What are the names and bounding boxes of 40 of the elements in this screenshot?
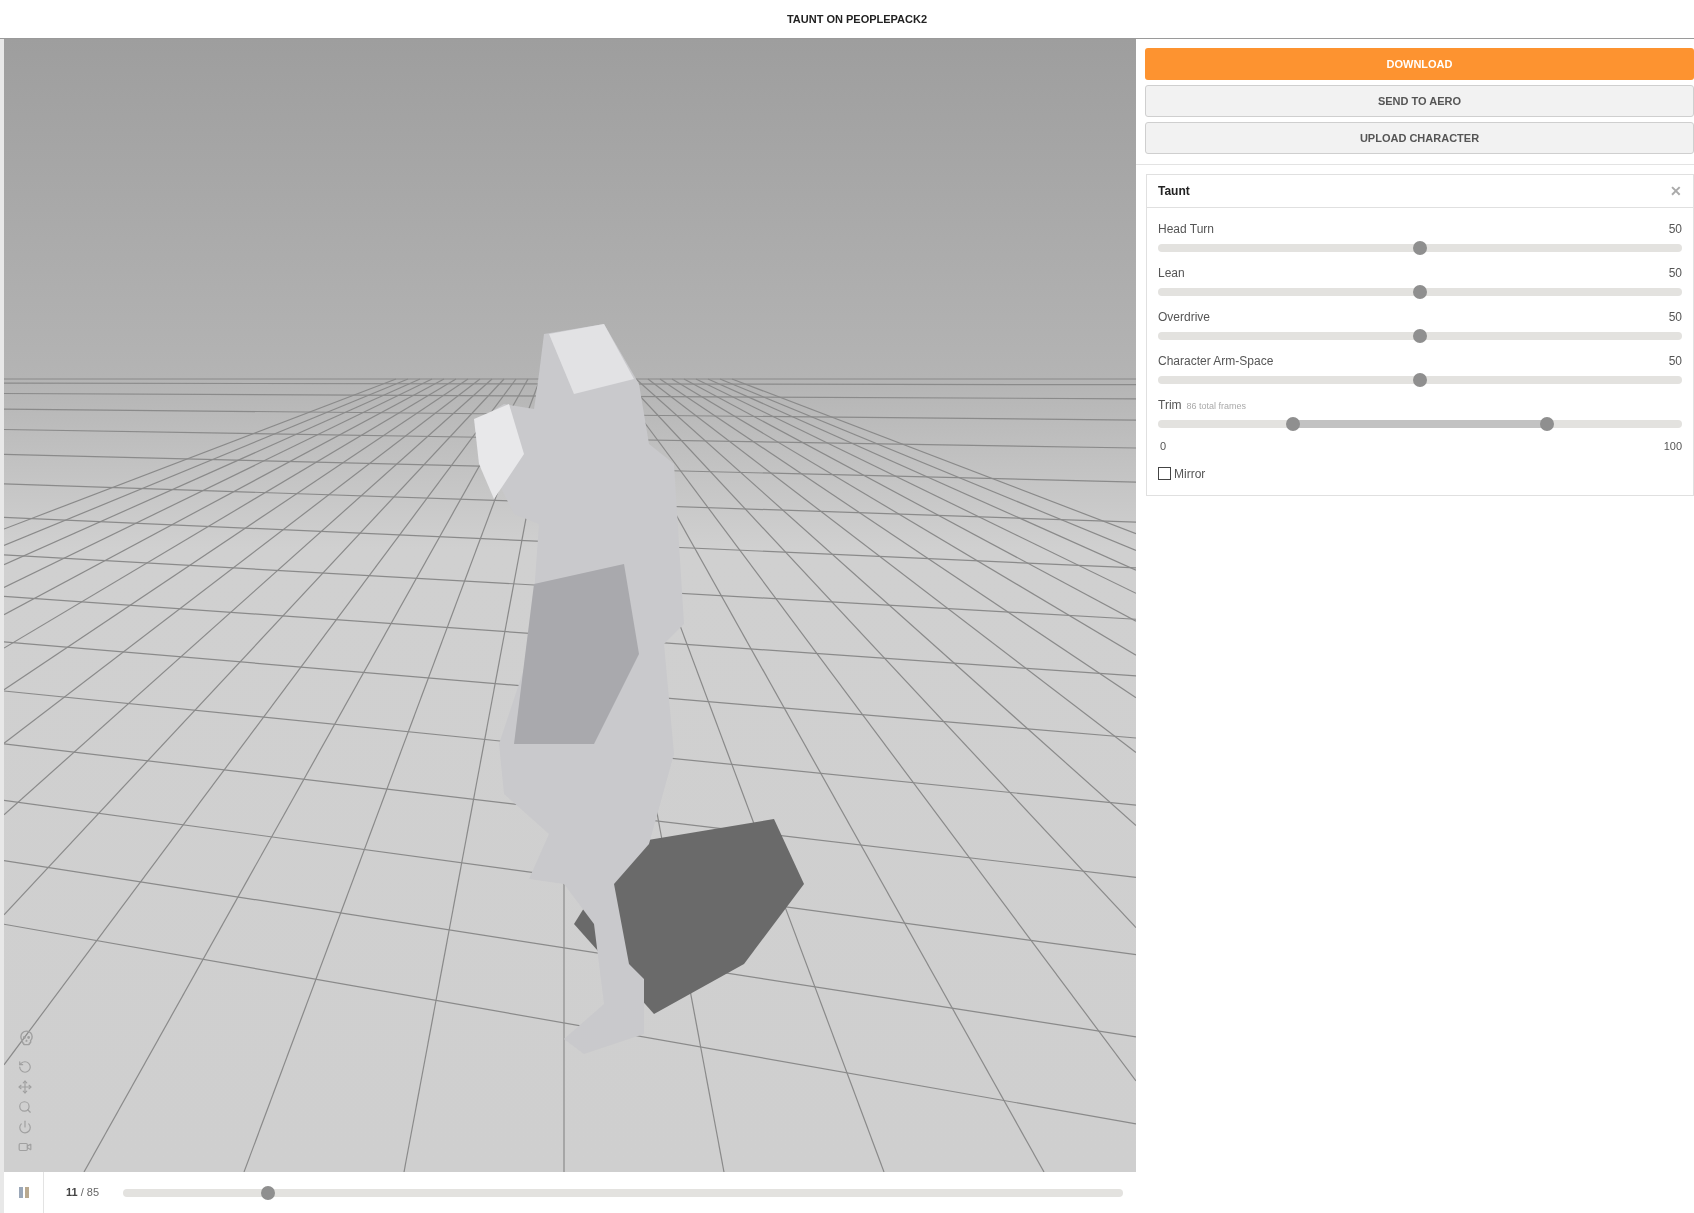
slider-thumb[interactable] [1285,417,1300,431]
power-icon[interactable] [18,1120,32,1134]
slider-track[interactable] [1158,376,1682,384]
slider-label: Character Arm-Space [1158,353,1274,370]
move-icon[interactable] [18,1080,32,1094]
rotate-icon[interactable] [18,1060,32,1074]
range-min: 0 [1160,439,1167,454]
frames-note: 86 total frames [1186,400,1247,413]
card-title: Taunt [1158,183,1190,200]
slider-thumb[interactable] [1540,417,1555,431]
slider-label: Lean [1158,265,1185,282]
slider-label: Overdrive [1158,309,1210,326]
range-max: 100 [1663,439,1682,454]
frame-counter: 11 / 85 [66,1185,100,1201]
slider-value: 50 [1668,221,1682,238]
timeline-thumb[interactable] [261,1185,276,1200]
timeline-track[interactable] [123,1188,1124,1197]
trim-track[interactable] [1158,420,1682,428]
slider-thumb[interactable] [1413,373,1427,387]
video-camera-icon[interactable] [18,1140,32,1154]
slider-thumb[interactable] [1413,285,1427,299]
slider-value: 50 [1668,309,1682,326]
skull-icon[interactable] [18,1029,35,1046]
pause-button[interactable] [18,1187,29,1198]
3d-viewport[interactable] [4,39,1136,1172]
slider-track[interactable] [1158,332,1682,340]
slider-value: 50 [1668,353,1682,370]
page-title: TAUNT ON PEOPLEPACK2 [786,11,928,27]
slider-track[interactable] [1158,288,1682,296]
checkbox-label: Mirror [1174,465,1206,483]
action-button[interactable]: SEND TO AERO [1145,85,1694,117]
slider-value: 50 [1668,265,1682,282]
slider-track[interactable] [1158,244,1682,252]
slider-label: Trim [1158,397,1182,414]
mirror-checkbox[interactable] [1158,467,1171,480]
zoom-icon[interactable] [18,1100,32,1114]
slider-thumb[interactable] [1413,241,1427,255]
slider-thumb[interactable] [1413,329,1427,343]
slider-label: Head Turn [1158,221,1215,238]
action-button[interactable]: UPLOAD CHARACTER [1145,122,1694,154]
